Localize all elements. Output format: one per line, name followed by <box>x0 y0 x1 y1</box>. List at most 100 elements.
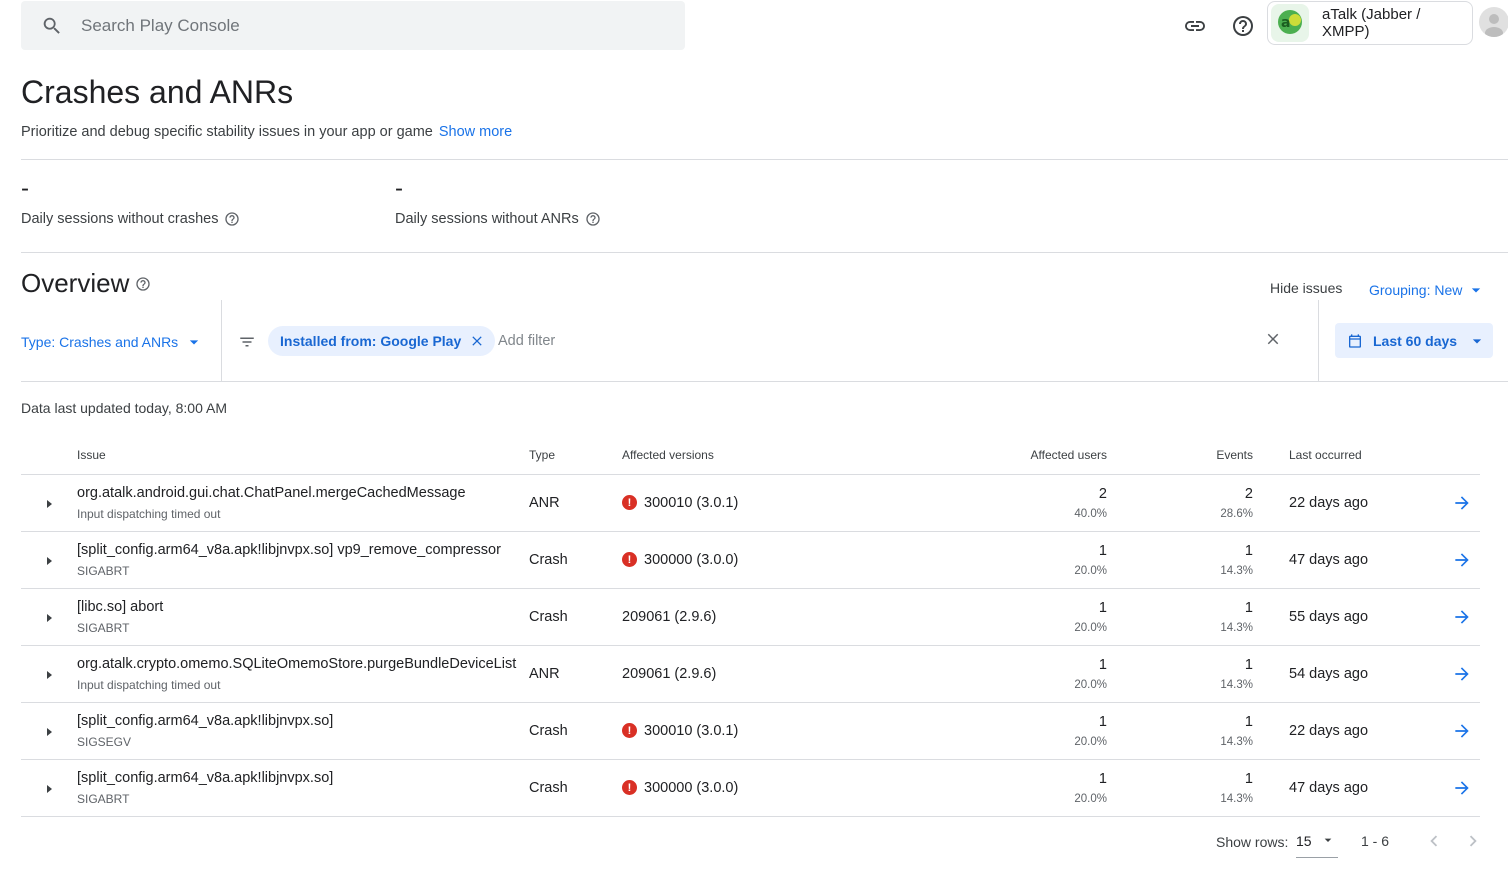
issue-cell[interactable]: [split_config.arm64_v8a.apk!libjnvpx.so]… <box>77 531 529 589</box>
chevron-right-icon[interactable] <box>1462 830 1484 852</box>
account-avatar[interactable] <box>1479 7 1508 37</box>
grouping-dropdown[interactable]: Grouping: New <box>1369 280 1486 300</box>
app-selector[interactable]: a aTalk (Jabber / XMPP) <box>1267 1 1473 45</box>
table-row[interactable]: [split_config.arm64_v8a.apk!libjnvpx.so]… <box>21 759 1480 817</box>
help-outline-icon[interactable] <box>224 211 240 227</box>
users-count: 1 <box>1098 656 1107 673</box>
expand-cell[interactable] <box>21 759 77 817</box>
clear-filters-icon[interactable] <box>1264 330 1282 348</box>
header-type[interactable]: Type <box>529 437 622 475</box>
expand-arrow-icon[interactable] <box>47 556 52 565</box>
table-row[interactable]: [split_config.arm64_v8a.apk!libjnvpx.so]… <box>21 531 1480 589</box>
header-affected-versions[interactable]: Affected versions <box>622 437 912 475</box>
header-issue[interactable]: Issue <box>77 437 529 475</box>
filter-icon[interactable] <box>238 333 256 351</box>
version-text: 300000 (3.0.0) <box>644 551 739 568</box>
app-name: aTalk (Jabber / XMPP) <box>1321 6 1421 40</box>
expand-arrow-icon[interactable] <box>47 670 52 679</box>
search-input[interactable] <box>81 15 641 36</box>
header-last-occurred[interactable]: Last occurred <box>1253 437 1403 475</box>
action-cell[interactable] <box>1403 474 1480 532</box>
users-percent: 20.0% <box>1074 564 1107 577</box>
date-range-label: Last 60 days <box>1373 332 1458 349</box>
expand-cell[interactable] <box>21 588 77 646</box>
action-cell[interactable] <box>1403 645 1480 703</box>
users-percent: 20.0% <box>1074 735 1107 748</box>
arrow-forward-icon[interactable] <box>1452 550 1472 570</box>
arrow-drop-down-icon <box>1472 288 1481 293</box>
expand-arrow-icon[interactable] <box>47 727 52 736</box>
issue-title[interactable]: [libc.so] abort <box>77 599 529 615</box>
calendar-icon <box>1349 333 1361 348</box>
chevron-left-icon[interactable] <box>1423 830 1445 852</box>
action-cell[interactable] <box>1403 588 1480 646</box>
users-percent: 20.0% <box>1074 621 1107 634</box>
expand-arrow-icon[interactable] <box>47 613 52 622</box>
issue-cell[interactable]: org.atalk.android.gui.chat.ChatPanel.mer… <box>77 474 529 532</box>
expand-cell[interactable] <box>21 702 77 760</box>
metric-label-text: Daily sessions without crashes <box>21 211 219 227</box>
last-occurred: 54 days ago <box>1289 666 1369 682</box>
issue-type: Crash <box>529 780 568 796</box>
overview-title-text: Overview <box>21 268 130 298</box>
events-cell: 1 14.3% <box>1107 588 1253 646</box>
expand-arrow-icon[interactable] <box>47 784 52 793</box>
type-dropdown[interactable]: Type: Crashes and ANRs <box>21 332 204 352</box>
close-icon[interactable] <box>469 333 485 349</box>
issue-type: ANR <box>529 495 560 511</box>
table-row[interactable]: org.atalk.crypto.omemo.SQLiteOmemoStore.… <box>21 645 1480 703</box>
date-range-button[interactable]: Last 60 days <box>1335 323 1493 358</box>
version-cell: ! 300000 (3.0.0) <box>622 759 912 817</box>
users-count: 1 <box>1098 542 1107 559</box>
issue-title[interactable]: [split_config.arm64_v8a.apk!libjnvpx.so]… <box>77 542 529 558</box>
events-percent: 14.3% <box>1220 621 1253 634</box>
issue-title[interactable]: [split_config.arm64_v8a.apk!libjnvpx.so] <box>77 713 529 729</box>
issue-cell[interactable]: [libc.so] abort SIGABRT <box>77 588 529 646</box>
arrow-forward-icon[interactable] <box>1452 721 1472 741</box>
issue-title[interactable]: org.atalk.crypto.omemo.SQLiteOmemoStore.… <box>77 656 529 672</box>
help-icon[interactable] <box>1230 13 1256 39</box>
action-cell[interactable] <box>1403 531 1480 589</box>
search-box[interactable] <box>21 1 685 50</box>
header-events[interactable]: Events <box>1107 437 1253 475</box>
rows-per-page-select[interactable]: 15 <box>1296 826 1338 858</box>
arrow-forward-icon[interactable] <box>1452 778 1472 798</box>
issue-cell[interactable]: org.atalk.crypto.omemo.SQLiteOmemoStore.… <box>77 645 529 703</box>
expand-cell[interactable] <box>21 645 77 703</box>
events-cell: 1 14.3% <box>1107 645 1253 703</box>
action-cell[interactable] <box>1403 759 1480 817</box>
events-count: 1 <box>1244 713 1253 730</box>
hide-issues-button[interactable]: Hide issues <box>1270 280 1342 296</box>
help-outline-icon[interactable] <box>135 276 151 292</box>
events-percent: 28.6% <box>1220 507 1253 520</box>
issue-subtitle: Input dispatching timed out <box>77 506 221 521</box>
users-cell: 2 40.0% <box>912 474 1107 532</box>
events-count: 2 <box>1244 485 1253 502</box>
table-row[interactable]: [libc.so] abort SIGABRT Crash 209061 (2.9.6… <box>21 588 1480 646</box>
metric-label: Daily sessions without crashes <box>21 211 240 227</box>
header-affected-users[interactable]: Affected users <box>912 437 1107 475</box>
help-outline-icon[interactable] <box>585 211 601 227</box>
issue-title[interactable]: [split_config.arm64_v8a.apk!libjnvpx.so] <box>77 770 529 786</box>
issue-cell[interactable]: [split_config.arm64_v8a.apk!libjnvpx.so]… <box>77 759 529 817</box>
last-occurred: 22 days ago <box>1289 495 1369 511</box>
issue-title[interactable]: org.atalk.android.gui.chat.ChatPanel.mer… <box>77 485 529 501</box>
arrow-forward-icon[interactable] <box>1452 664 1472 684</box>
action-cell[interactable] <box>1403 702 1480 760</box>
issue-cell[interactable]: [split_config.arm64_v8a.apk!libjnvpx.so]… <box>77 702 529 760</box>
expand-cell[interactable] <box>21 531 77 589</box>
expand-arrow-icon[interactable] <box>47 499 52 508</box>
add-filter-input[interactable]: Add filter <box>498 333 555 349</box>
metric-crashes: - Daily sessions without crashes <box>21 176 240 227</box>
table-row[interactable]: [split_config.arm64_v8a.apk!libjnvpx.so]… <box>21 702 1480 760</box>
filter-chip-installed-from[interactable]: Installed from: Google Play <box>268 326 496 356</box>
arrow-forward-icon[interactable] <box>1452 607 1472 627</box>
divider <box>21 159 1508 160</box>
users-cell: 1 20.0% <box>912 759 1107 817</box>
link-icon[interactable] <box>1182 13 1208 39</box>
table-row[interactable]: org.atalk.android.gui.chat.ChatPanel.mer… <box>21 474 1480 532</box>
show-more-link[interactable]: Show more <box>439 124 512 140</box>
expand-cell[interactable] <box>21 474 77 532</box>
arrow-forward-icon[interactable] <box>1452 493 1472 513</box>
subtitle-text: Prioritize and debug specific stability … <box>21 124 433 140</box>
